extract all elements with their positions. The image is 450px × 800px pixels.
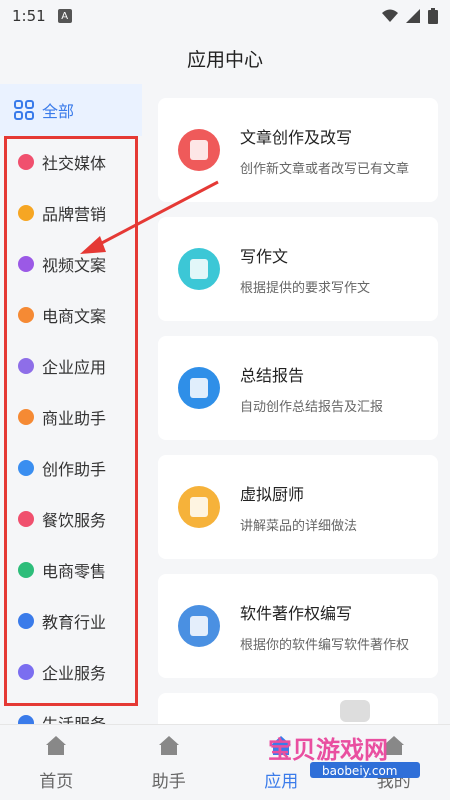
card-description: 自动创作总结报告及汇报	[240, 399, 384, 415]
status-time: 1:51	[12, 7, 46, 25]
sidebar-item-label: 电商零售	[42, 561, 107, 581]
sidebar-item-5[interactable]: 商业助手	[0, 391, 142, 442]
card-description: 根据提供的要求写作文	[240, 280, 371, 296]
sidebar-item-label: 教育行业	[42, 612, 107, 632]
card-description: 创作新文章或者改写已有文章	[240, 161, 410, 177]
sidebar-item-7[interactable]: 餐饮服务	[0, 493, 142, 544]
tab-0[interactable]: 首页	[0, 725, 113, 800]
star-icon	[18, 153, 34, 170]
tab-label: 应用	[264, 771, 299, 792]
sidebar-list: 社交媒体品牌营销视频文案电商文案企业应用商业助手创作助手餐饮服务电商零售教育行业…	[0, 136, 142, 724]
tab-1[interactable]: 助手	[113, 725, 226, 800]
wifi-icon	[382, 9, 398, 22]
document-icon	[174, 125, 224, 175]
sidebar-item-10[interactable]: 企业服务	[0, 646, 142, 697]
sidebar-item-1[interactable]: 品牌营销	[0, 187, 142, 238]
sidebar-item-label: 电商文案	[42, 306, 107, 326]
sidebar-item-all[interactable]: 全部	[0, 84, 142, 136]
sidebar-item-label: 视频文案	[42, 255, 107, 275]
status-bar: 1:51 A	[0, 0, 450, 32]
card-title: 虚拟厨师	[240, 484, 305, 504]
building-icon	[18, 357, 34, 374]
assistant-icon	[157, 734, 181, 761]
card-title: 写作文	[240, 246, 289, 266]
tab-label: 首页	[39, 771, 74, 792]
card-title: 文章创作及改写	[240, 127, 353, 147]
sidebar-item-4[interactable]: 企业应用	[0, 340, 142, 391]
cart-icon	[18, 306, 34, 323]
megaphone-icon	[18, 204, 34, 221]
essay-icon	[174, 244, 224, 294]
bottom-tab-bar: 首页 助手 应用 我的	[0, 724, 450, 800]
sidebar-item-label: 商业助手	[42, 408, 107, 428]
sidebar-item-label: 社交媒体	[42, 153, 107, 173]
sidebar-item-8[interactable]: 电商零售	[0, 544, 142, 595]
app-card-list: 文章创作及改写创作新文章或者改写已有文章写作文根据提供的要求写作文总结报告自动创…	[142, 84, 450, 724]
signal-icon	[406, 9, 420, 23]
app-card[interactable]: 酒店/民宿营销	[158, 693, 438, 724]
category-sidebar: 全部 社交媒体品牌营销视频文案电商文案企业应用商业助手创作助手餐饮服务电商零售教…	[0, 84, 142, 724]
apps-icon	[269, 734, 293, 761]
profile-icon	[382, 734, 406, 761]
home-icon	[44, 734, 68, 761]
grid-icon	[14, 100, 34, 120]
card-title: 总结报告	[240, 365, 305, 385]
play-icon	[18, 255, 34, 272]
tab-2[interactable]: 应用	[225, 725, 338, 800]
sidebar-item-label: 创作助手	[42, 459, 107, 479]
sidebar-item-label: 品牌营销	[42, 204, 107, 224]
card-description: 讲解菜品的详细做法	[240, 518, 358, 534]
copyright-icon	[174, 601, 224, 651]
page-title: 应用中心	[186, 48, 263, 71]
sidebar-item-6[interactable]: 创作助手	[0, 442, 142, 493]
sidebar-item-3[interactable]: 电商文案	[0, 289, 142, 340]
notification-icon: A	[57, 9, 72, 23]
card-description: 根据你的软件编写软件著作权	[240, 637, 410, 653]
life-icon	[18, 714, 34, 724]
sidebar-item-label: 全部	[42, 102, 75, 121]
dish-icon	[18, 510, 34, 527]
sidebar-item-9[interactable]: 教育行业	[0, 595, 142, 646]
sidebar-item-label: 生活服务	[42, 714, 107, 725]
tab-label: 助手	[151, 771, 186, 792]
sidebar-item-2[interactable]: 视频文案	[0, 238, 142, 289]
card-title: 软件著作权编写	[240, 603, 353, 623]
sidebar-item-label: 餐饮服务	[42, 510, 107, 530]
page-title-bar: 应用中心	[0, 32, 450, 84]
tab-3[interactable]: 我的	[338, 725, 450, 800]
sidebar-item-11[interactable]: 生活服务	[0, 697, 142, 724]
app-card[interactable]: 写作文根据提供的要求写作文	[158, 217, 438, 321]
question-icon	[18, 663, 34, 680]
tab-label: 我的	[376, 771, 411, 792]
sidebar-item-0[interactable]: 社交媒体	[0, 136, 142, 187]
app-card[interactable]: 软件著作权编写根据你的软件编写软件著作权	[158, 574, 438, 678]
bag-icon	[18, 561, 34, 578]
pen-icon	[18, 459, 34, 476]
app-card[interactable]: 虚拟厨师讲解菜品的详细做法	[158, 455, 438, 559]
app-card[interactable]: 总结报告自动创作总结报告及汇报	[158, 336, 438, 440]
sidebar-item-label: 企业应用	[42, 357, 107, 377]
battery-icon	[428, 8, 438, 24]
report-icon	[174, 363, 224, 413]
sidebar-item-label: 企业服务	[42, 663, 107, 683]
status-icons	[382, 8, 438, 24]
cake-icon	[174, 482, 224, 532]
chat-icon	[18, 408, 34, 425]
graduation-icon	[18, 612, 34, 629]
app-card[interactable]: 文章创作及改写创作新文章或者改写已有文章	[158, 98, 438, 202]
